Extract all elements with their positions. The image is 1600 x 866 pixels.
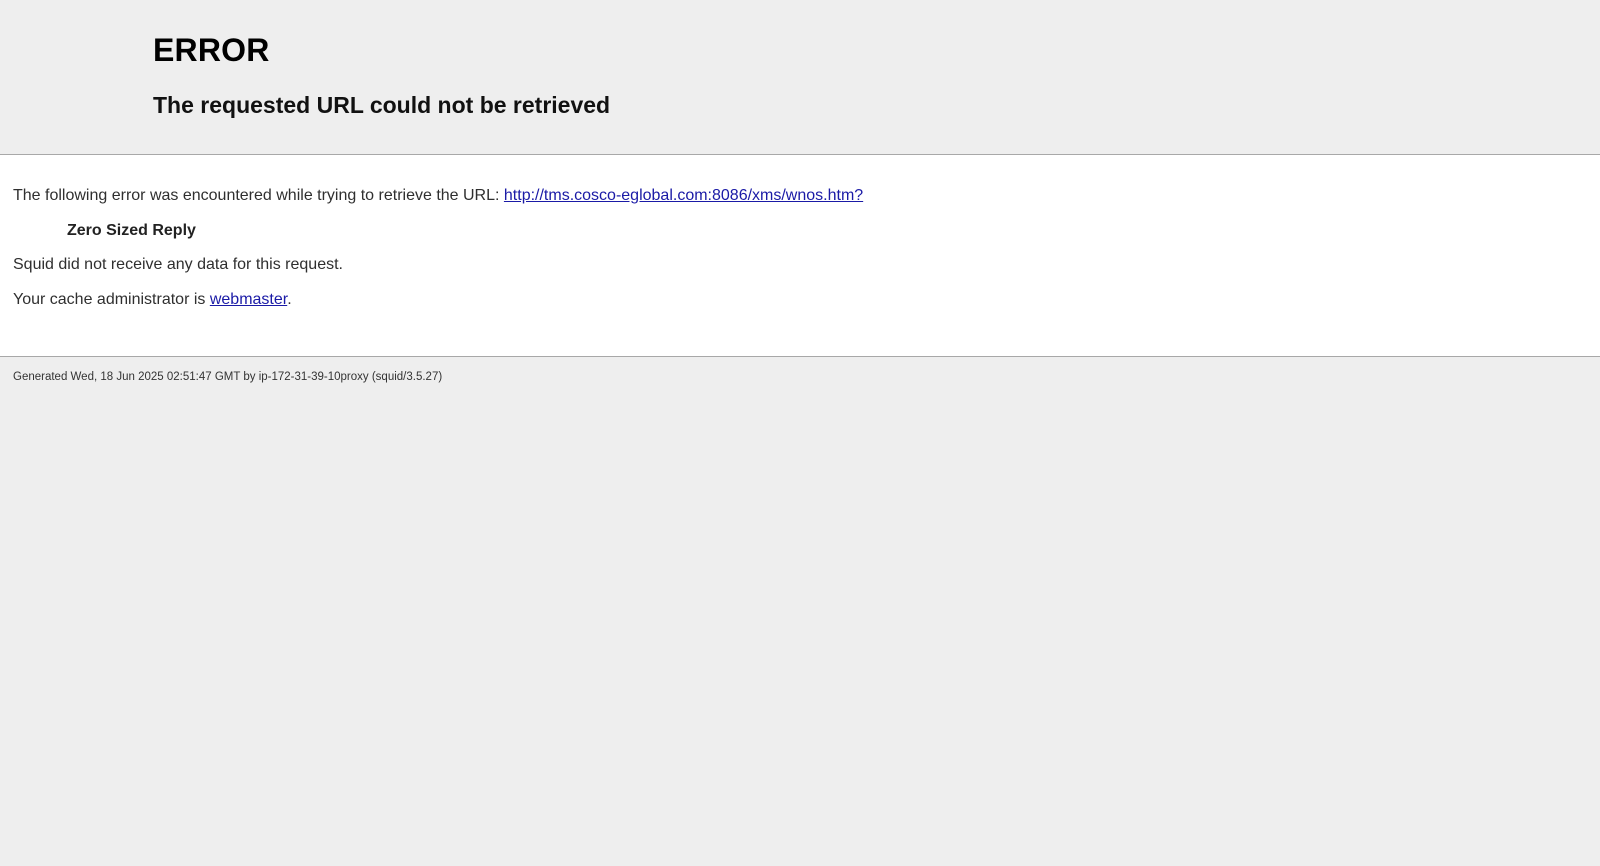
error-subtitle: The requested URL could not be retrieved: [153, 92, 611, 118]
admin-prefix: Your cache administrator is: [13, 291, 210, 308]
requested-url-link[interactable]: http://tms.cosco-eglobal.com:8086/xms/wn…: [504, 187, 863, 204]
error-heading: ERROR: [153, 32, 270, 68]
admin-line: Your cache administrator is webmaster.: [13, 291, 292, 309]
admin-suffix: .: [287, 291, 292, 308]
error-content: The following error was encountered whil…: [0, 154, 1600, 357]
webmaster-link[interactable]: webmaster: [210, 291, 287, 308]
error-intro-line: The following error was encountered whil…: [13, 187, 863, 205]
error-intro-text: The following error was encountered whil…: [13, 187, 504, 204]
error-description: Squid did not receive any data for this …: [13, 256, 343, 273]
generated-footer: Generated Wed, 18 Jun 2025 02:51:47 GMT …: [13, 371, 443, 383]
error-name: Zero Sized Reply: [67, 222, 196, 239]
title-section: ERROR The requested URL could not be ret…: [0, 0, 1600, 154]
